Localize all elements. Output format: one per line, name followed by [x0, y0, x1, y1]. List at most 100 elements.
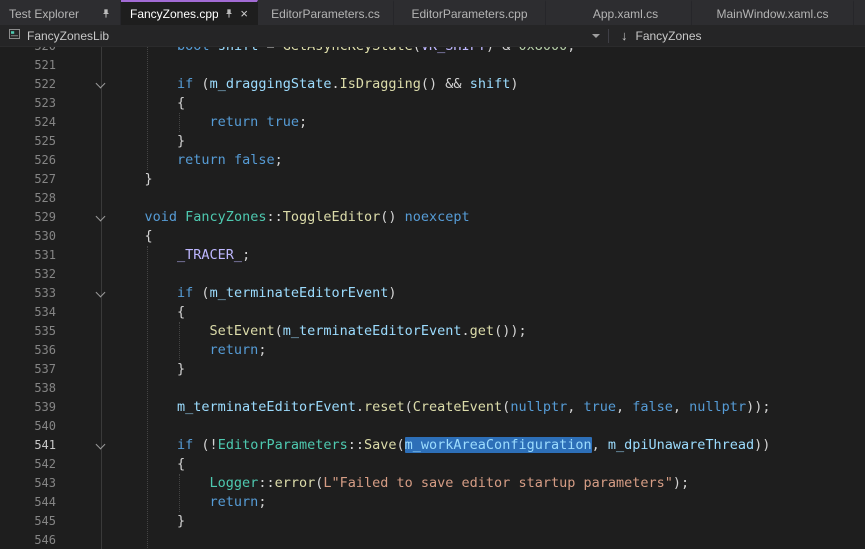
project-dropdown-label: FancyZonesLib: [27, 29, 109, 43]
code-text[interactable]: {: [112, 227, 153, 246]
code-line-542[interactable]: 542 {: [0, 455, 865, 474]
code-text[interactable]: }: [112, 132, 185, 151]
tab-editorparameters-cpp[interactable]: EditorParameters.cpp: [394, 0, 546, 25]
project-dropdown[interactable]: FancyZonesLib: [0, 25, 608, 46]
line-number[interactable]: 532: [0, 265, 56, 284]
code-line-540[interactable]: 540: [0, 417, 865, 436]
code-line-522[interactable]: 522 if (m_draggingState.IsDragging() && …: [0, 75, 865, 94]
code-line-534[interactable]: 534 {: [0, 303, 865, 322]
code-line-524[interactable]: 524 return true;: [0, 113, 865, 132]
code-text[interactable]: if (m_draggingState.IsDragging() && shif…: [112, 75, 518, 94]
code-line-529[interactable]: 529 void FancyZones::ToggleEditor() noex…: [0, 208, 865, 227]
line-number[interactable]: 539: [0, 398, 56, 417]
tab-test-explorer[interactable]: Test Explorer: [0, 0, 121, 25]
line-number[interactable]: 542: [0, 455, 56, 474]
code-line-526[interactable]: 526 return false;: [0, 151, 865, 170]
code-text[interactable]: void FancyZones::ToggleEditor() noexcept: [112, 208, 470, 227]
code-line-530[interactable]: 530 {: [0, 227, 865, 246]
tab-label: App.xaml.cs: [569, 7, 682, 21]
code-line-521[interactable]: 521: [0, 56, 865, 75]
code-line-538[interactable]: 538: [0, 379, 865, 398]
code-line-533[interactable]: 533 if (m_terminateEditorEvent): [0, 284, 865, 303]
code-text[interactable]: return;: [112, 493, 266, 512]
code-line-532[interactable]: 532: [0, 265, 865, 284]
tab-app-xaml-cs[interactable]: App.xaml.cs: [560, 0, 692, 25]
code-text[interactable]: SetEvent(m_terminateEditorEvent.get());: [112, 322, 527, 341]
code-line-531[interactable]: 531 _TRACER_;: [0, 246, 865, 265]
fold-chevron-icon[interactable]: [96, 79, 106, 89]
line-number[interactable]: 546: [0, 531, 56, 549]
code-line-541[interactable]: 541 if (!EditorParameters::Save(m_workAr…: [0, 436, 865, 455]
fold-chevron-icon[interactable]: [96, 212, 106, 222]
line-number[interactable]: 543: [0, 474, 56, 493]
code-line-539[interactable]: 539 m_terminateEditorEvent.reset(CreateE…: [0, 398, 865, 417]
code-line-525[interactable]: 525 }: [0, 132, 865, 151]
line-number[interactable]: 526: [0, 151, 56, 170]
code-text[interactable]: }: [112, 512, 185, 531]
fold-chevron-icon[interactable]: [96, 440, 106, 450]
fold-chevron-icon[interactable]: [96, 288, 106, 298]
line-number[interactable]: 522: [0, 75, 56, 94]
pin-icon[interactable]: [101, 8, 111, 19]
code-text[interactable]: {: [112, 455, 185, 474]
type-dropdown-label: FancyZones: [636, 29, 702, 43]
line-number[interactable]: 541: [0, 436, 56, 455]
code-line-536[interactable]: 536 return;: [0, 341, 865, 360]
line-number[interactable]: 529: [0, 208, 56, 227]
code-text[interactable]: return;: [112, 341, 266, 360]
line-number[interactable]: 544: [0, 493, 56, 512]
code-text[interactable]: bool shift = GetAsyncKeyState(VK_SHIFT) …: [112, 47, 575, 56]
close-icon[interactable]: ×: [240, 7, 248, 20]
code-line-537[interactable]: 537 }: [0, 360, 865, 379]
code-text[interactable]: {: [112, 94, 185, 113]
code-line-543[interactable]: 543 Logger::error(L"Failed to save edito…: [0, 474, 865, 493]
code-text[interactable]: if (!EditorParameters::Save(m_workAreaCo…: [112, 436, 770, 455]
pin-icon[interactable]: [224, 8, 234, 19]
line-number[interactable]: 536: [0, 341, 56, 360]
tab-mainwindow-xaml-cs[interactable]: MainWindow.xaml.cs: [692, 0, 854, 25]
chevron-down-icon: [592, 34, 600, 38]
code-text[interactable]: _TRACER_;: [112, 246, 250, 265]
line-number[interactable]: 531: [0, 246, 56, 265]
line-number[interactable]: 534: [0, 303, 56, 322]
code-text[interactable]: Logger::error(L"Failed to save editor st…: [112, 474, 689, 493]
tab-bar: Test Explorer FancyZones.cpp × EditorParame…: [0, 0, 865, 25]
line-number[interactable]: 524: [0, 113, 56, 132]
code-line-544[interactable]: 544 return;: [0, 493, 865, 512]
tab-label: EditorParameters.cs: [267, 7, 384, 21]
code-text[interactable]: if (m_terminateEditorEvent): [112, 284, 397, 303]
line-number[interactable]: 540: [0, 417, 56, 436]
tab-fancyzones-cpp[interactable]: FancyZones.cpp ×: [121, 0, 258, 25]
code-line-528[interactable]: 528: [0, 189, 865, 208]
code-text[interactable]: return false;: [112, 151, 283, 170]
code-editor[interactable]: 520 bool shift = GetAsyncKeyState(VK_SHI…: [0, 47, 865, 549]
line-number[interactable]: 523: [0, 94, 56, 113]
type-dropdown[interactable]: ↓ FancyZones: [609, 25, 714, 46]
tab-editorparameters-cs[interactable]: EditorParameters.cs: [258, 0, 394, 25]
line-number[interactable]: 545: [0, 512, 56, 531]
line-number[interactable]: 520: [0, 47, 56, 56]
code-line-546[interactable]: 546: [0, 531, 865, 549]
code-text[interactable]: return true;: [112, 113, 307, 132]
code-line-523[interactable]: 523 {: [0, 94, 865, 113]
line-number[interactable]: 521: [0, 56, 56, 75]
code-line-527[interactable]: 527 }: [0, 170, 865, 189]
code-text[interactable]: {: [112, 303, 185, 322]
code-text[interactable]: }: [112, 360, 185, 379]
tab-label: Test Explorer: [9, 7, 95, 21]
line-number[interactable]: 537: [0, 360, 56, 379]
tab-label: FancyZones.cpp: [130, 7, 218, 21]
line-number[interactable]: 525: [0, 132, 56, 151]
line-number[interactable]: 535: [0, 322, 56, 341]
line-number[interactable]: 530: [0, 227, 56, 246]
line-number[interactable]: 538: [0, 379, 56, 398]
code-line-545[interactable]: 545 }: [0, 512, 865, 531]
line-number[interactable]: 528: [0, 189, 56, 208]
code-line-535[interactable]: 535 SetEvent(m_terminateEditorEvent.get(…: [0, 322, 865, 341]
code-text[interactable]: }: [112, 170, 153, 189]
code-text[interactable]: m_terminateEditorEvent.reset(CreateEvent…: [112, 398, 770, 417]
line-number[interactable]: 533: [0, 284, 56, 303]
code-line-520[interactable]: 520 bool shift = GetAsyncKeyState(VK_SHI…: [0, 47, 865, 56]
tab-label: EditorParameters.cpp: [403, 7, 536, 21]
line-number[interactable]: 527: [0, 170, 56, 189]
